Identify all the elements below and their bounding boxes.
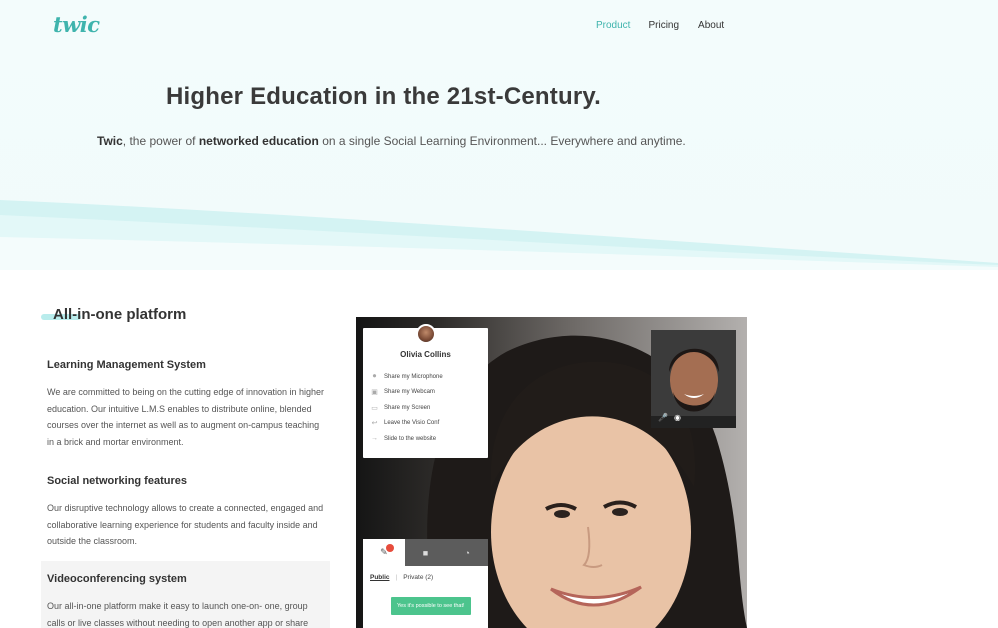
participant-video[interactable]: 🎤 ◉: [651, 330, 736, 428]
nav-about[interactable]: About: [698, 20, 724, 31]
video-controls: 🎤 ◉: [658, 413, 681, 422]
call-options-panel: Olivia Collins ⏺ Share my Microphone ▣ Sha…: [363, 324, 488, 458]
arrow-icon: →: [371, 435, 378, 443]
option-share-microphone[interactable]: ⏺ Share my Microphone: [371, 369, 443, 385]
feature-video[interactable]: Videoconferencing system Our all-in-one …: [41, 561, 330, 628]
leave-icon: ↩: [371, 420, 378, 428]
chat-panel: ✎ ■ ◔ Public | Private (2) Yes it's poss…: [363, 539, 489, 628]
feature-text: We are committed to being on the cutting…: [47, 387, 325, 447]
feature-text: Our all-in-one platform make it easy to …: [47, 601, 309, 628]
chat-tabs: ✎ ■ ◔: [363, 539, 489, 566]
webcam-icon[interactable]: ◉: [674, 413, 681, 422]
hero-subtitle-text: on a single Social Learning Environment.…: [318, 134, 686, 148]
feature-text: Our disruptive technology allows to crea…: [47, 503, 324, 546]
chat-message: Yes it's possible to see that!: [391, 597, 471, 615]
hero-subtitle-brand: Twic: [97, 134, 123, 148]
screen-icon: ▭: [371, 404, 378, 412]
feature-lms[interactable]: Learning Management System We are commit…: [41, 353, 330, 450]
hero-wave-decoration: [0, 200, 998, 270]
notification-badge: [386, 544, 394, 552]
tab-files[interactable]: ■: [404, 539, 447, 566]
option-label: Share my Screen: [384, 404, 431, 411]
option-label: Slide to the website: [384, 435, 437, 442]
option-label: Share my Microphone: [384, 373, 443, 380]
microphone-icon: ⏺: [372, 372, 377, 380]
feature-title: Social networking features: [47, 475, 187, 487]
logo[interactable]: twic: [53, 12, 100, 37]
option-leave-call[interactable]: ↩ Leave the Visio Conf: [371, 416, 443, 432]
chat-filters: Public | Private (2): [370, 574, 488, 581]
folder-icon: ■: [422, 547, 429, 558]
option-share-screen[interactable]: ▭ Share my Screen: [371, 400, 443, 416]
pie-chart-icon: ◔: [464, 547, 470, 558]
tab-chat[interactable]: ✎: [363, 539, 405, 566]
filter-private[interactable]: Private (2): [403, 574, 433, 581]
option-label: Leave the Visio Conf: [384, 420, 440, 427]
top-nav: Product Pricing About: [596, 20, 724, 31]
hero-title: Higher Education in the 21st-Century.: [166, 83, 602, 110]
option-label: Share my Webcam: [384, 389, 435, 396]
webcam-icon: ▣: [371, 389, 378, 397]
divider: |: [395, 574, 398, 581]
hero-subtitle-text: , the power of: [122, 134, 199, 148]
section-title: All-in-one platform: [53, 306, 187, 323]
microphone-icon[interactable]: 🎤: [658, 413, 668, 422]
call-options-list: ⏺ Share my Microphone ▣ Share my Webcam ▭ S…: [371, 369, 443, 447]
nav-pricing[interactable]: Pricing: [648, 20, 679, 31]
option-share-webcam[interactable]: ▣ Share my Webcam: [371, 385, 443, 401]
feature-social[interactable]: Social networking features Our disruptiv…: [41, 469, 330, 550]
hero-subtitle-emphasis: networked education: [198, 134, 319, 148]
feature-title: Learning Management System: [47, 359, 206, 371]
feature-title: Videoconferencing system: [47, 573, 187, 585]
nav-product[interactable]: Product: [596, 20, 630, 31]
filter-public[interactable]: Public: [370, 574, 390, 581]
videoconference-demo: Olivia Collins ⏺ Share my Microphone ▣ Sha…: [356, 317, 747, 628]
hero-subtitle: Twic, the power of networked education o…: [97, 134, 686, 148]
participant-name: Olivia Collins: [400, 350, 451, 359]
avatar[interactable]: [416, 324, 436, 344]
option-slide-website[interactable]: → Slide to the website: [371, 431, 443, 447]
tab-stats[interactable]: ◔: [446, 539, 489, 566]
